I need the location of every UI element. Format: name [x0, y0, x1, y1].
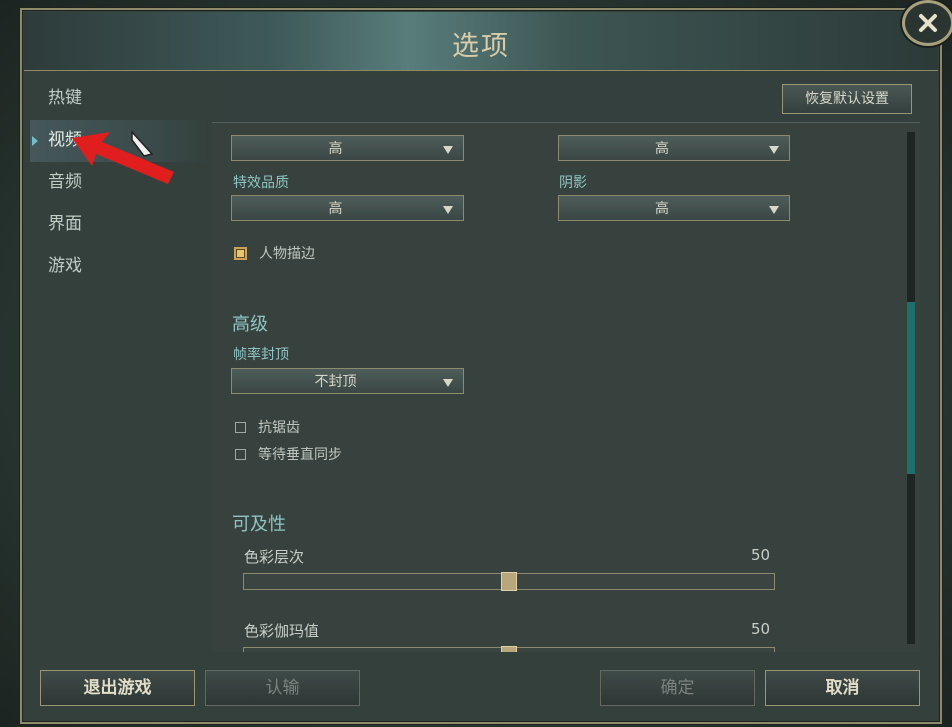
advanced-section-title: 高级	[232, 314, 268, 335]
color-gamma-slider[interactable]	[243, 646, 775, 652]
surrender-button[interactable]: 认输	[205, 670, 360, 706]
reset-defaults-button[interactable]: 恢复默认设置	[782, 84, 912, 114]
color-depth-label: 色彩层次	[244, 548, 305, 566]
red-arrow-icon	[72, 130, 174, 184]
mouse-cursor-icon	[131, 130, 154, 157]
vsync-checkbox[interactable]	[235, 448, 246, 460]
dropdown-value: 不封顶	[314, 374, 357, 390]
character-outline-checkbox[interactable]	[234, 246, 247, 260]
dialog-title: 选项	[452, 31, 510, 62]
slider-thumb[interactable]	[501, 572, 517, 591]
color-depth-value: 50	[751, 546, 771, 564]
quality-dropdown-right[interactable]: 高	[558, 135, 790, 161]
scrollbar-thumb[interactable]	[907, 302, 915, 474]
antialias-option[interactable]: 抗锯齿	[235, 417, 300, 437]
chevron-down-icon	[769, 146, 779, 154]
frame-cap-dropdown[interactable]: 不封顶	[231, 368, 464, 394]
quit-game-button[interactable]: 退出游戏	[40, 670, 195, 706]
shadow-label: 阴影	[559, 175, 587, 191]
sidebar-item-label: 游戏	[48, 256, 82, 276]
sidebar-item-label: 界面	[48, 214, 82, 234]
sidebar-item-label: 热键	[48, 88, 82, 108]
dropdown-value: 高	[655, 201, 669, 217]
chevron-down-icon	[769, 206, 779, 214]
cancel-button[interactable]: 取消	[765, 670, 920, 706]
sidebar-item-game[interactable]: 游戏	[30, 246, 210, 288]
vsync-label: 等待垂直同步	[258, 447, 342, 463]
shadow-dropdown[interactable]: 高	[558, 195, 790, 221]
antialias-label: 抗锯齿	[258, 420, 300, 436]
color-gamma-label: 色彩伽玛值	[244, 622, 320, 640]
settings-scrollbar[interactable]	[907, 132, 915, 644]
accessibility-section-title: 可及性	[232, 514, 286, 535]
dropdown-value: 高	[328, 141, 343, 157]
chevron-down-icon	[443, 146, 453, 154]
frame-cap-label: 帧率封顶	[233, 347, 289, 363]
quality-dropdown-left[interactable]: 高	[231, 135, 464, 161]
sidebar-item-hotkeys[interactable]: 热键	[30, 78, 210, 120]
antialias-checkbox[interactable]	[235, 421, 246, 433]
color-depth-slider[interactable]	[243, 572, 775, 591]
effects-quality-dropdown[interactable]: 高	[231, 195, 464, 221]
settings-panel: 恢复默认设置 高 高 特效品质 阴影 高 高 人物描边 高级 帧率封顶 不封顶 …	[212, 78, 920, 652]
character-outline-option[interactable]: 人物描边	[234, 243, 315, 263]
vsync-option[interactable]: 等待垂直同步	[235, 444, 342, 464]
dropdown-value: 高	[328, 201, 343, 217]
sidebar-item-interface[interactable]: 界面	[30, 204, 210, 246]
slider-thumb[interactable]	[501, 646, 517, 652]
dialog-titlebar: 选项	[24, 12, 938, 71]
character-outline-label: 人物描边	[259, 246, 315, 262]
confirm-button[interactable]: 确定	[600, 670, 755, 706]
close-button[interactable]	[902, 0, 952, 46]
chevron-down-icon	[443, 206, 453, 214]
settings-panel-header: 恢复默认设置	[212, 78, 920, 123]
dropdown-value: 高	[655, 141, 669, 157]
chevron-down-icon	[443, 379, 453, 387]
effects-quality-label: 特效品质	[233, 175, 289, 191]
close-icon	[919, 14, 937, 32]
color-gamma-value: 50	[751, 620, 771, 638]
